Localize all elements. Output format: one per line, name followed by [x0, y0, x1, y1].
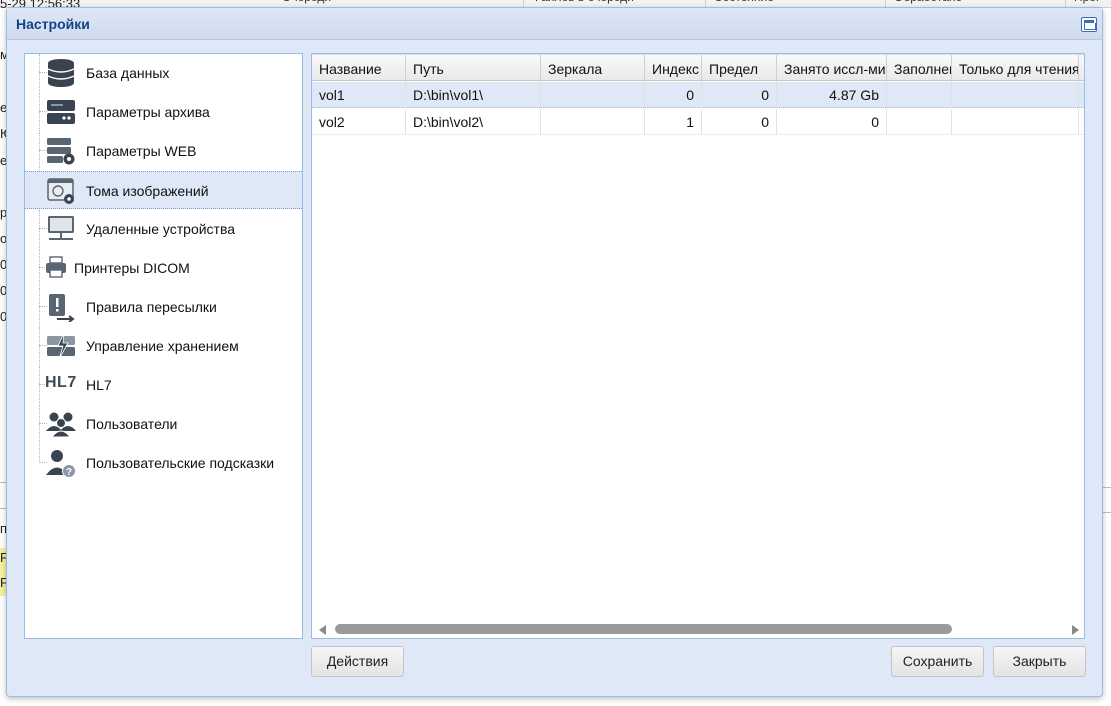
- column-header-limit[interactable]: Предел: [702, 55, 777, 82]
- user-help-icon: ?: [45, 448, 77, 478]
- cell-readonly: [952, 109, 1079, 135]
- cell-name: vol2: [312, 109, 406, 135]
- forward-rule-icon: [45, 292, 77, 322]
- nav-item-label: Параметры архива: [86, 104, 210, 120]
- svg-text:?: ?: [66, 467, 72, 478]
- nav-item-image-volumes[interactable]: Тома изображений: [25, 171, 302, 209]
- column-header-path[interactable]: Путь: [406, 55, 541, 82]
- cell-index: 0: [645, 82, 702, 108]
- cell-mirrors: [541, 109, 645, 135]
- column-header-index[interactable]: Индекс: [645, 55, 702, 82]
- nav-item-label: Правила пересылки: [86, 299, 217, 315]
- close-button[interactable]: Закрыть: [993, 646, 1086, 677]
- nav-item-label: Удаленные устройства: [86, 221, 236, 237]
- cell-used: 0: [777, 109, 887, 135]
- database-icon: [45, 58, 77, 88]
- table-row[interactable]: vol1 D:\bin\vol1\ 0 0 4.87 Gb: [312, 82, 1084, 108]
- server-icon: [45, 97, 77, 127]
- nav-item-web-params[interactable]: Параметры WEB: [25, 132, 302, 170]
- nav-item-label: Пользовательские подсказки: [86, 455, 275, 471]
- cell-path: D:\bin\vol1\: [406, 82, 541, 108]
- server-settings-icon: [45, 136, 77, 166]
- nav-item-label: HL7: [86, 377, 112, 393]
- cell-index: 1: [645, 109, 702, 135]
- nav-item-user-tips[interactable]: ? Пользовательские подсказки: [25, 444, 302, 482]
- nav-item-label: Принтеры DICOM: [74, 260, 190, 276]
- nav-item-archive-params[interactable]: Параметры архива: [25, 93, 302, 131]
- column-header-filled[interactable]: Заполнено: [887, 55, 952, 82]
- nav-item-database[interactable]: База данных: [25, 54, 302, 92]
- column-header-name[interactable]: Название: [312, 55, 406, 82]
- nav-item-hl7[interactable]: HL7 HL7: [25, 366, 302, 404]
- nav-item-forward-rules[interactable]: Правила пересылки: [25, 288, 302, 326]
- column-header-readonly[interactable]: Только для чтения: [952, 55, 1079, 82]
- actions-button[interactable]: Действия: [311, 646, 404, 677]
- volume-settings-icon: [45, 176, 77, 206]
- nav-item-label: Управление хранением: [86, 338, 239, 354]
- dialog-title: Настройки: [16, 16, 90, 32]
- users-icon: [45, 409, 77, 439]
- table-row[interactable]: vol2 D:\bin\vol2\ 1 0 0: [312, 109, 1084, 135]
- nav-item-dicom-printers[interactable]: Принтеры DICOM: [25, 249, 302, 287]
- settings-nav-tree: База данных Параметры архива Параметры W…: [24, 53, 303, 639]
- volumes-grid: Название Путь Зеркала Индекс Предел Заня…: [311, 53, 1085, 639]
- storage-management-icon: [45, 331, 77, 361]
- scroll-right-icon[interactable]: [1072, 625, 1079, 635]
- grid-header: Название Путь Зеркала Индекс Предел Заня…: [312, 54, 1084, 82]
- nav-item-label: Тома изображений: [86, 183, 209, 199]
- monitor-network-icon: [45, 214, 77, 244]
- nav-item-storage-management[interactable]: Управление хранением: [25, 327, 302, 365]
- cell-filled: [887, 109, 952, 135]
- printer-icon: [45, 253, 67, 283]
- settings-dialog: Настройки База данных Параметры архива П…: [6, 7, 1103, 697]
- nav-item-remote-devices[interactable]: Удаленные устройства: [25, 210, 302, 248]
- nav-item-label: База данных: [86, 65, 170, 81]
- cell-name: vol1: [312, 82, 406, 108]
- horizontal-scrollbar[interactable]: [313, 620, 1084, 638]
- dialog-titlebar[interactable]: Настройки: [7, 8, 1102, 40]
- nav-item-label: Параметры WEB: [86, 143, 197, 159]
- cell-readonly: [952, 82, 1079, 108]
- cell-path: D:\bin\vol2\: [406, 109, 541, 135]
- scroll-left-icon[interactable]: [319, 625, 326, 635]
- column-header-mirrors[interactable]: Зеркала: [541, 55, 645, 82]
- hl7-icon: HL7: [45, 374, 77, 391]
- cell-used: 4.87 Gb: [777, 82, 887, 108]
- save-button[interactable]: Сохранить: [891, 646, 984, 677]
- cell-mirrors: [541, 82, 645, 108]
- cell-limit: 0: [702, 82, 777, 108]
- cell-limit: 0: [702, 109, 777, 135]
- nav-item-users[interactable]: Пользователи: [25, 405, 302, 443]
- maximize-icon[interactable]: [1081, 17, 1097, 32]
- nav-item-label: Пользователи: [86, 416, 178, 432]
- column-header-used[interactable]: Занято иссл-ми: [777, 55, 887, 82]
- cell-filled: [887, 82, 952, 108]
- scrollbar-thumb[interactable]: [335, 624, 952, 634]
